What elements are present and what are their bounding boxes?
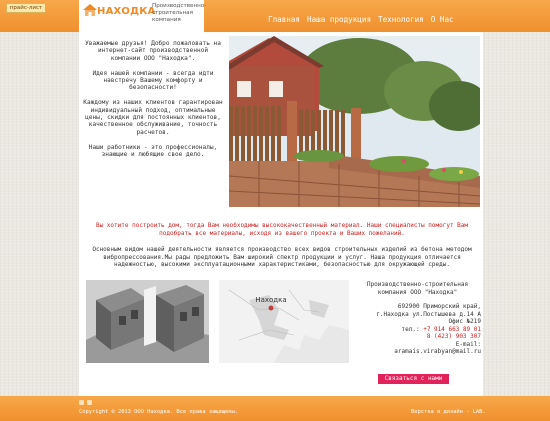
office-number: Офис №219 [448, 318, 481, 325]
house-fence-photo [229, 36, 480, 207]
phone-number[interactable]: +7 914 663 89 01 [423, 326, 481, 333]
contact-us-button[interactable]: Связаться с нами [378, 374, 449, 384]
header: прайс-лист НАХОДКА Производственно-строи… [0, 0, 550, 33]
intro-paragraph: Каждому из наших клиентов гарантирован и… [83, 99, 223, 136]
concrete-blocks-photo [86, 280, 209, 363]
nav-item-about[interactable]: О Нас [431, 15, 454, 24]
address-line: 692900 Приморский край, [397, 303, 481, 310]
developer-credit[interactable]: Верстка и дизайн - LAB. [411, 409, 486, 415]
nav-item-home[interactable]: Главная [268, 15, 300, 24]
nav-item-technology[interactable]: Технология [378, 15, 424, 24]
price-list-button[interactable]: прайс-лист [6, 3, 46, 13]
intro-paragraph: Идея нашей компании - всегда идти навстр… [92, 69, 214, 92]
city-map: Находка [219, 280, 349, 363]
intro-paragraph: Уважаемые друзья! Добро пожаловать на ин… [85, 40, 221, 62]
email-link[interactable]: aramais.virabyan@mail.ru [354, 348, 481, 356]
nav-item-products[interactable]: Наша продукция [307, 15, 371, 24]
footer: Copyright © 2013 ООО Находка. Все права … [0, 396, 550, 421]
copyright: Copyright © 2013 ООО Находка. Все права … [79, 409, 239, 415]
logo-name: НАХОДКА [97, 6, 156, 17]
intro-text: Уважаемые друзья! Добро пожаловать на ин… [83, 40, 223, 166]
address-line: г.Находка ул.Постышева д.14 А [376, 310, 481, 318]
company-contacts: Производственно-строительная компания ОО… [354, 281, 481, 356]
logo-subtitle: Производственно-строительная компания [152, 3, 207, 23]
phone-number[interactable]: 8 (423) 903 307 [354, 333, 481, 341]
page: прайс-лист НАХОДКА Производственно-строи… [0, 0, 550, 421]
main-content: Уважаемые друзья! Добро пожаловать на ин… [79, 32, 483, 398]
home-icon[interactable] [79, 400, 84, 405]
company-name: Производственно-строительная компания ОО… [366, 281, 469, 296]
footer-icons [79, 400, 92, 405]
logo-house-icon [83, 4, 97, 16]
phone-label: тел.: [401, 325, 420, 333]
phone-line: тел.: +7 914 663 89 01 [354, 326, 481, 334]
main-description: Основным видом нашей деятельности являет… [92, 246, 472, 269]
highlight-text: Вы хотите построить дом, тогда Вам необх… [95, 222, 469, 237]
intro-paragraph: Наши работники - это профессионалы, знаю… [88, 143, 218, 159]
mail-icon[interactable] [87, 400, 92, 405]
map-label: Находка [255, 296, 286, 304]
logo[interactable]: НАХОДКА Производственно-строительная ком… [79, 0, 207, 33]
main-nav: Главная Наша продукция Технология О Нас [268, 15, 461, 24]
email-label: E-mail: [455, 340, 481, 348]
